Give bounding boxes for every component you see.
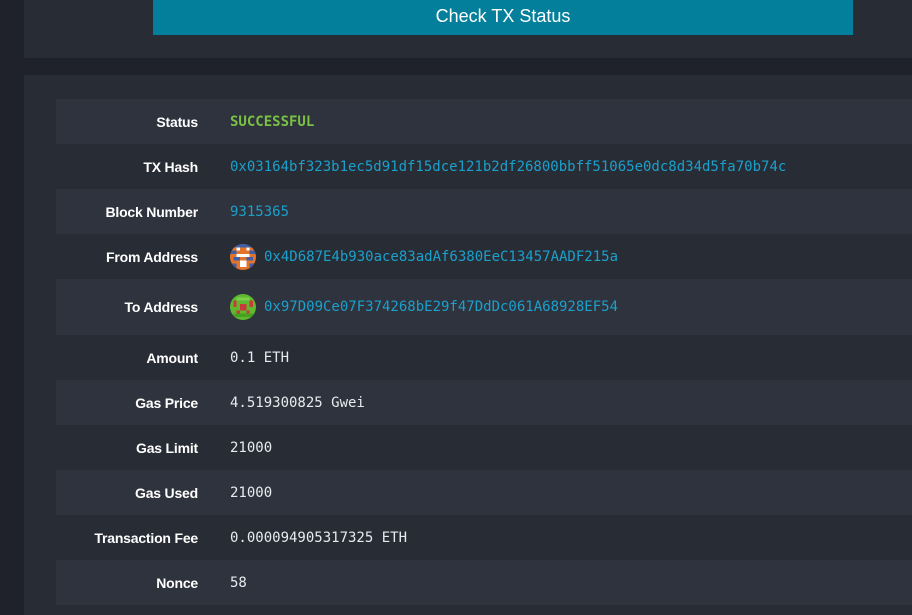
to-address-link[interactable]: 0x97D09Ce07F374268bE29f47DdDc061A68928EF… — [264, 299, 618, 315]
tx-hash-row: TX Hash 0x03164bf323b1ec5d91df15dce121b2… — [56, 144, 912, 189]
tx-hash-link[interactable]: 0x03164bf323b1ec5d91df15dce121b2df26800b… — [230, 159, 786, 175]
gas-price-label: Gas Price — [135, 394, 198, 411]
gas-price-row: Gas Price 4.519300825 Gwei — [56, 380, 912, 425]
block-number-link[interactable]: 9315365 — [230, 204, 289, 220]
amount-label: Amount — [146, 349, 198, 366]
transaction-fee-value: 0.000094905317325 ETH — [230, 529, 408, 546]
tx-status-page: Check TX Status Status SUCCESSFUL TX Has… — [0, 0, 912, 615]
status-row: Status SUCCESSFUL — [56, 99, 912, 144]
nonce-label: Nonce — [156, 574, 198, 591]
from-address-link[interactable]: 0x4D687E4b930ace83adAf6380EeC13457AADF21… — [264, 249, 618, 265]
from-address-value-cell: 0x4D687E4b930ace83adAf6380EeC13457AADF21… — [230, 243, 618, 270]
to-address-value-cell: 0x97D09Ce07F374268bE29f47DdDc061A68928EF… — [230, 294, 618, 320]
block-number-label: Block Number — [105, 203, 198, 220]
status-label: Status — [156, 113, 198, 130]
to-address-label: To Address — [124, 299, 199, 315]
tx-details-panel: Status SUCCESSFUL TX Hash 0x03164bf323b1… — [24, 75, 912, 615]
gas-limit-row: Gas Limit 21000 — [56, 425, 912, 470]
amount-row: Amount 0.1 ETH — [56, 335, 912, 380]
gas-price-value: 4.519300825 Gwei — [230, 394, 365, 411]
gas-used-label: Gas Used — [135, 484, 198, 501]
transaction-fee-label: Transaction Fee — [94, 529, 198, 546]
transaction-fee-row: Transaction Fee 0.000094905317325 ETH — [56, 515, 912, 560]
check-tx-panel: Check TX Status — [24, 0, 912, 58]
status-value: SUCCESSFUL — [230, 113, 315, 130]
to-address-identicon-icon — [230, 294, 256, 320]
gas-used-row: Gas Used 21000 — [56, 470, 912, 515]
tx-hash-value-cell: 0x03164bf323b1ec5d91df15dce121b2df26800b… — [230, 159, 786, 175]
from-address-label: From Address — [106, 248, 198, 265]
tx-details-table: Status SUCCESSFUL TX Hash 0x03164bf323b1… — [56, 99, 912, 605]
nonce-row: Nonce 58 — [56, 560, 912, 605]
block-number-value-cell: 9315365 — [230, 204, 289, 220]
gas-limit-label: Gas Limit — [136, 439, 198, 456]
to-address-row: To Address 0x97D09Ce07F374268bE29f47DdDc… — [56, 279, 912, 335]
nonce-value: 58 — [230, 574, 247, 591]
amount-value: 0.1 ETH — [230, 349, 290, 366]
from-address-identicon-icon — [230, 243, 256, 270]
block-number-row: Block Number 9315365 — [56, 189, 912, 234]
gas-used-value: 21000 — [230, 484, 273, 501]
from-address-row: From Address 0x4D687E4b930ace83adAf6380E… — [56, 234, 912, 279]
check-tx-status-button[interactable]: Check TX Status — [153, 0, 853, 35]
tx-hash-label: TX Hash — [143, 158, 198, 175]
gas-limit-value: 21000 — [230, 439, 273, 456]
